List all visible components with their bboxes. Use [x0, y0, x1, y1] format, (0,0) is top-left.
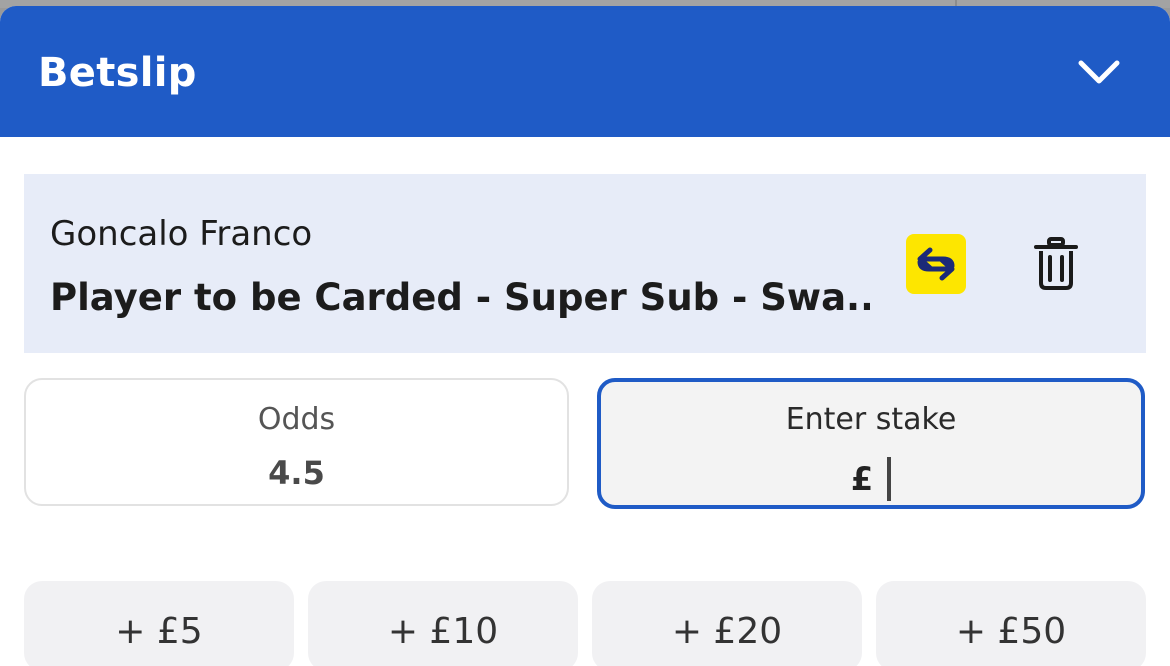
quick-stake-label: + £5	[115, 611, 203, 652]
odds-value: 4.5	[268, 454, 325, 492]
quick-stake-label: + £20	[671, 611, 783, 652]
odds-label: Odds	[257, 402, 336, 437]
collapse-button[interactable]	[1072, 50, 1126, 94]
odds-display: Odds 4.5	[24, 378, 569, 506]
chevron-down-icon	[1078, 60, 1120, 84]
selection-card: Goncalo Franco Player to be Carded - Sup…	[24, 174, 1146, 353]
quick-stake-label: + £50	[955, 611, 1067, 652]
selection-player: Goncalo Franco	[50, 214, 313, 254]
delete-selection-button[interactable]	[1028, 234, 1084, 294]
betslip-sheet: Betslip Goncalo Franco Player to be Card…	[0, 6, 1170, 666]
quick-stake-20-button[interactable]: + £20	[592, 581, 862, 666]
quick-stake-label: + £10	[387, 611, 499, 652]
quick-stake-10-button[interactable]: + £10	[308, 581, 578, 666]
quick-stake-50-button[interactable]: + £50	[876, 581, 1146, 666]
stake-field[interactable]: Enter stake £	[597, 378, 1145, 509]
betslip-header: Betslip	[0, 6, 1170, 137]
swap-button[interactable]	[906, 234, 966, 294]
swap-arrows-icon	[917, 247, 955, 281]
quick-stake-5-button[interactable]: + £5	[24, 581, 294, 666]
trash-icon	[1034, 237, 1078, 290]
betslip-title: Betslip	[38, 50, 197, 96]
selection-market: Player to be Carded - Super Sub - Swa...	[50, 276, 870, 319]
